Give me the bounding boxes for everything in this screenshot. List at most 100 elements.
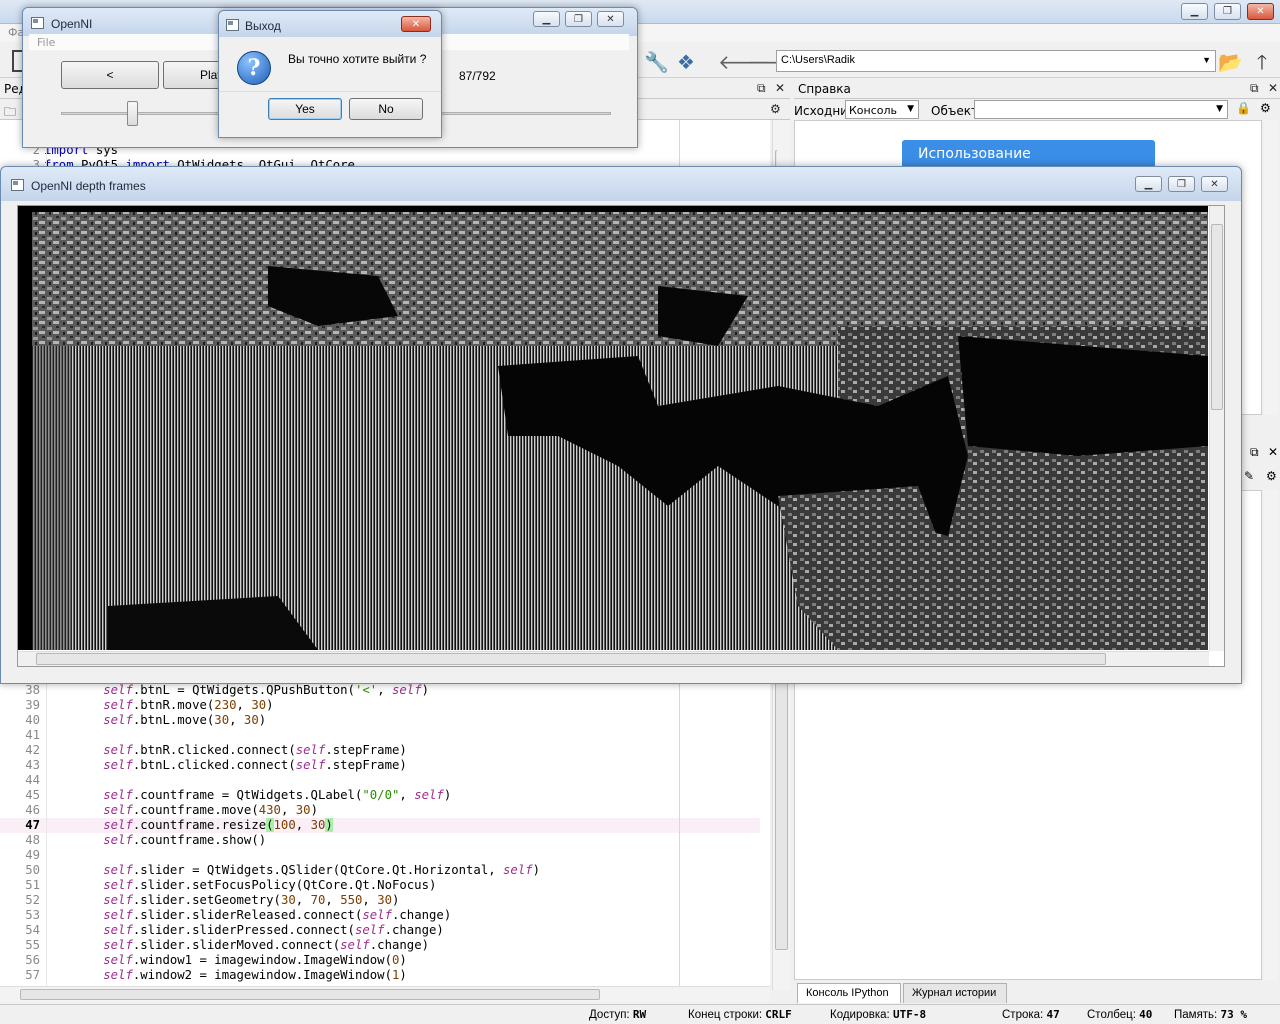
console-scrollbar[interactable] [1264, 490, 1278, 980]
memory-label: Память: [1174, 1009, 1218, 1021]
line-number: 54 [25, 923, 40, 937]
code-text: self.slider.setGeometry(30, 70, 550, 30) [103, 893, 400, 907]
code-line[interactable]: 43 self.btnL.clicked.connect(self.stepFr… [0, 758, 760, 773]
object-combo[interactable]: ▼ [974, 100, 1228, 119]
code-line[interactable]: 47 self.countframe.resize(100, 30) [0, 818, 760, 833]
source-combo[interactable]: Консоль ▼ [845, 100, 919, 119]
source-value: Консоль [849, 104, 898, 117]
code-text: self.window2 = imagewindow.ImageWindow(1… [103, 968, 407, 982]
undock-icon[interactable]: ⧉ [757, 81, 766, 96]
undock-icon[interactable]: ⧉ [1250, 445, 1259, 460]
code-line[interactable]: 38 self.btnL = QtWidgets.QPushButton('<'… [0, 683, 760, 698]
code-line[interactable]: 54 self.slider.sliderPressed.connect(sel… [0, 923, 760, 938]
line-number: 46 [25, 803, 40, 817]
encoding-label: Кодировка: [830, 1009, 890, 1021]
no-button[interactable]: No [349, 98, 423, 120]
window-icon [226, 19, 239, 31]
code-text: self.btnL.clicked.connect(self.stepFrame… [103, 758, 407, 772]
forward-arrow-icon[interactable]: 🡒 [747, 50, 801, 74]
code-line[interactable]: 45 self.countframe = QtWidgets.QLabel("0… [0, 788, 760, 803]
code-line[interactable]: 53 self.slider.sliderReleased.connect(se… [0, 908, 760, 923]
column-value: 40 [1139, 1008, 1153, 1021]
code-text: self.countframe = QtWidgets.QLabel("0/0"… [103, 788, 452, 802]
close-button[interactable]: ✕ [401, 16, 431, 32]
yes-button[interactable]: Yes [268, 98, 342, 120]
wrench-icon[interactable]: 🔧 [644, 50, 669, 74]
back-arrow-icon[interactable]: 🡐 [718, 50, 772, 74]
options-icon[interactable]: ✎ [1244, 469, 1254, 483]
code-text: self.slider.setFocusPolicy(QtCore.Qt.NoF… [103, 878, 437, 892]
prev-frame-button[interactable]: < [61, 61, 159, 89]
minimize-button[interactable]: ▁ [533, 11, 560, 27]
undock-icon[interactable]: ⧉ [1250, 81, 1259, 96]
code-line[interactable]: 55 self.slider.sliderMoved.connect(self.… [0, 938, 760, 953]
maximize-button[interactable]: ❐ [1214, 3, 1241, 20]
working-directory-combo[interactable]: C:\Users\Radik ▼ [776, 50, 1216, 72]
code-line[interactable]: 51 self.slider.setFocusPolicy(QtCore.Qt.… [0, 878, 760, 893]
frame-slider-thumb[interactable] [127, 101, 138, 126]
minimize-button[interactable]: ▁ [1181, 3, 1208, 20]
code-text: self.slider.sliderPressed.connect(self.c… [103, 923, 444, 937]
close-button[interactable]: ✕ [597, 11, 624, 27]
exit-dialog-title-bar: Выход ✕ [219, 11, 441, 37]
line-number: 50 [25, 863, 40, 877]
line-number: 40 [25, 713, 40, 727]
code-line[interactable]: 48 self.countframe.show() [0, 833, 760, 848]
folder-open-icon[interactable]: 📂 [1218, 50, 1243, 74]
code-text: self.slider = QtWidgets.QSlider(QtCore.Q… [103, 863, 541, 877]
depth-vscroll-thumb[interactable] [1211, 224, 1223, 410]
lock-icon[interactable]: 🔒 [1236, 101, 1251, 115]
close-icon[interactable]: ✕ [775, 81, 785, 95]
python-icon[interactable]: ❖ [674, 50, 698, 74]
code-line[interactable]: 46 self.countframe.move(430, 30) [0, 803, 760, 818]
depth-vertical-scrollbar[interactable] [1209, 206, 1224, 651]
usage-heading: Использование [902, 140, 1155, 166]
line-number: 45 [25, 788, 40, 802]
window-icon [11, 179, 24, 191]
maximize-button[interactable]: ❐ [565, 11, 592, 27]
code-text: self.slider.sliderReleased.connect(self.… [103, 908, 452, 922]
line-number: 52 [25, 893, 40, 907]
editor-horizontal-scrollbar[interactable] [0, 986, 770, 1002]
code-line[interactable]: 56 self.window1 = imagewindow.ImageWindo… [0, 953, 760, 968]
code-line[interactable]: 40 self.btnL.move(30, 30) [0, 713, 760, 728]
menu-item-file[interactable]: File [37, 36, 55, 49]
gear-icon[interactable]: ⚙ [1266, 469, 1277, 483]
code-line[interactable]: 52 self.slider.setGeometry(30, 70, 550, … [0, 893, 760, 908]
code-line[interactable]: 57 self.window2 = imagewindow.ImageWindo… [0, 968, 760, 983]
maximize-button[interactable]: ❐ [1168, 176, 1195, 192]
line-number: 51 [25, 878, 40, 892]
editor-hscroll-thumb[interactable] [20, 989, 600, 1000]
depth-hscroll-thumb[interactable] [36, 653, 1106, 665]
gear-icon[interactable]: ⚙ [1260, 101, 1271, 115]
minimize-button[interactable]: ▁ [1135, 176, 1162, 192]
code-line[interactable]: 41 [0, 728, 760, 743]
close-icon[interactable]: ✕ [1268, 81, 1278, 95]
depth-image-view[interactable] [17, 205, 1225, 667]
code-text: self.countframe.show() [103, 833, 267, 847]
close-button[interactable]: ✕ [1201, 176, 1228, 192]
object-label: Объект [931, 104, 978, 118]
depth-horizontal-scrollbar[interactable] [18, 651, 1209, 666]
code-line[interactable]: 39 self.btnR.move(230, 30) [0, 698, 760, 713]
tab-history-log[interactable]: Журнал истории [903, 983, 1007, 1003]
code-line[interactable]: 44 [0, 773, 760, 788]
line-number: 56 [25, 953, 40, 967]
code-text: self.slider.sliderMoved.connect(self.cha… [103, 938, 430, 952]
code-text: self.btnR.move(230, 30) [103, 698, 274, 712]
up-arrow-icon[interactable]: 🡑 [1250, 50, 1274, 74]
code-line[interactable]: 50 self.slider = QtWidgets.QSlider(QtCor… [0, 863, 760, 878]
code-line[interactable]: 49 [0, 848, 760, 863]
close-icon[interactable]: ✕ [1268, 445, 1278, 459]
tab-ipython-console[interactable]: Консоль IPython [797, 983, 901, 1003]
line-number: 43 [25, 758, 40, 772]
code-line[interactable]: 42 self.btnR.clicked.connect(self.stepFr… [0, 743, 760, 758]
exit-dialog: Выход ✕ ? Вы точно хотите выйти ? Yes No [218, 10, 442, 138]
column-label: Столбец: [1087, 1009, 1136, 1021]
play-button[interactable]: Play [163, 61, 223, 89]
help-scrollbar[interactable] [1264, 120, 1278, 415]
question-icon: ? [237, 51, 271, 85]
gear-icon[interactable]: ⚙ [770, 102, 781, 116]
eol-label: Конец строки: [688, 1009, 763, 1021]
close-button[interactable]: ✕ [1247, 3, 1274, 20]
